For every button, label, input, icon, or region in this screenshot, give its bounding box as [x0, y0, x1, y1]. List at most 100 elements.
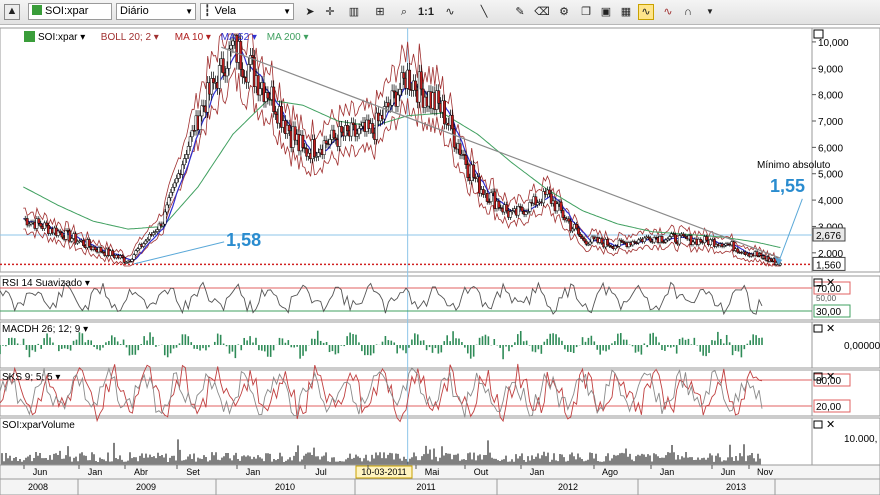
more-dropdown-icon[interactable]: ▼ — [702, 4, 718, 20]
x-month-label: Nov — [757, 467, 774, 477]
indicator-icon[interactable]: ∿ — [442, 4, 458, 20]
candle-body — [287, 124, 291, 132]
candle-body — [316, 152, 320, 157]
candle-body — [258, 88, 262, 96]
grid-icon[interactable]: ⊞ — [372, 4, 388, 20]
candle-body — [390, 90, 394, 106]
candle-body — [217, 65, 221, 89]
candle-body — [561, 210, 565, 218]
sks-panel-label[interactable]: SKS 9; 5; 5 ▾ — [2, 372, 60, 383]
volume-panel-label[interactable]: SOI:xparVolume — [2, 420, 75, 431]
period-dropdown-icon: ▼ — [185, 7, 193, 16]
candle-body — [184, 154, 188, 159]
window-up-icon[interactable]: ▲ — [4, 4, 20, 20]
candle-body — [580, 236, 584, 239]
candle-body — [736, 248, 740, 253]
x-year-label: 2009 — [136, 482, 156, 492]
y-tick-label: 6,000 — [818, 143, 843, 154]
candle-body — [134, 250, 138, 255]
magnet-icon[interactable]: ∩ — [680, 4, 696, 20]
candle-body — [769, 258, 773, 262]
candle-body — [485, 193, 489, 202]
draw-icon[interactable]: ✎ — [512, 4, 528, 20]
candle-body — [167, 197, 171, 206]
x-month-label: Mai — [425, 467, 440, 477]
eraser-icon[interactable]: ⌫ — [534, 4, 550, 20]
candle-body — [39, 222, 43, 227]
candle-body — [332, 129, 336, 139]
legend-item[interactable]: MA 10 ▾ — [175, 32, 211, 43]
template-icon[interactable]: ▣ — [598, 4, 614, 20]
candle-body — [198, 115, 202, 131]
close-panel-icon[interactable]: ✕ — [826, 277, 835, 289]
candle-body — [351, 122, 355, 125]
legend-item[interactable]: SOI:xpar ▾ — [38, 32, 85, 43]
x-year-label: 2012 — [558, 482, 578, 492]
candle-body — [505, 204, 509, 212]
x-year-label: 2011 — [416, 482, 435, 492]
candle-style-icon: ┇ — [204, 5, 211, 17]
cursor-icon[interactable]: ➤ — [302, 4, 318, 20]
candle-body — [142, 243, 146, 247]
layers-icon[interactable]: ❐ — [578, 4, 594, 20]
candle-body — [355, 133, 359, 137]
candle-body — [443, 100, 446, 125]
indicator-list-icon[interactable]: ∿ — [660, 4, 676, 20]
candle-body — [578, 233, 582, 237]
style-dropdown-icon: ▼ — [283, 7, 291, 16]
candle-body — [419, 71, 423, 90]
legend-item[interactable]: MA 200 ▾ — [267, 32, 309, 43]
candle-body — [58, 230, 62, 233]
candle-body — [225, 68, 229, 77]
low-2013-title: Mínimo absoluto — [757, 160, 831, 171]
period-select[interactable]: Diário ▼ — [116, 3, 196, 20]
one-to-one-icon[interactable]: 1:1 — [418, 4, 434, 20]
candle-body — [699, 238, 703, 243]
candle-body — [582, 238, 586, 242]
bollinger-toggle-icon[interactable]: ∿ — [638, 4, 654, 20]
candle-body — [328, 139, 332, 145]
symbol-input[interactable]: SOI:xpar — [28, 3, 112, 20]
bar-chart-icon[interactable]: ▥ — [346, 4, 362, 20]
candle-body — [464, 155, 468, 165]
candle-body — [241, 69, 245, 78]
candle-body — [324, 140, 328, 144]
candle-body — [759, 253, 763, 256]
trendline-icon[interactable]: ╲ — [476, 4, 492, 20]
legend-item[interactable]: MA 52 ▾ — [221, 32, 257, 43]
close-panel-icon[interactable]: ✕ — [826, 371, 835, 383]
macd-panel-label[interactable]: MACDH 26; 12; 9 ▾ — [2, 324, 88, 335]
x-month-label: Ago — [602, 467, 618, 477]
legend-item[interactable]: BOLL 20; 2 ▾ — [101, 32, 159, 43]
chart-area: 10,0009,0008,0007,0006,0005,0004,0003,00… — [0, 27, 880, 495]
candle-body — [408, 69, 412, 90]
candle-body — [250, 55, 254, 58]
candle-body — [600, 238, 604, 244]
rsi-panel-label[interactable]: RSI 14 Suavizado ▾ — [2, 278, 90, 289]
candle-body — [151, 232, 155, 235]
settings-icon[interactable]: ⚙ — [556, 4, 572, 20]
x-month-label: Jun — [721, 467, 736, 477]
candle-body — [357, 128, 361, 135]
candle-body — [520, 206, 524, 212]
close-panel-icon[interactable]: ✕ — [826, 323, 835, 335]
y-tick-label: 5,000 — [818, 170, 843, 181]
candle-body — [266, 92, 270, 99]
toolbar: ▲ SOI:xpar Diário ▼ ┇ Vela ▼ ➤ ✛ ▥ ⊞ ⌕ 1:… — [0, 0, 880, 25]
zoom-icon[interactable]: ⌕ — [396, 4, 412, 20]
volume-level-label: 10.000, — [844, 434, 877, 445]
candle-body — [396, 94, 400, 107]
candle-body — [691, 241, 695, 245]
candle-body — [497, 200, 501, 208]
candle-body — [173, 182, 177, 188]
candle-body — [437, 90, 441, 104]
crosshair-icon[interactable]: ✛ — [322, 4, 338, 20]
x-month-label: Out — [474, 467, 489, 477]
candle-body — [188, 136, 192, 147]
close-panel-icon[interactable]: ✕ — [826, 419, 835, 431]
candle-body — [274, 111, 278, 115]
compare-icon[interactable]: ▦ — [618, 4, 634, 20]
trading-chart-window: ▲ SOI:xpar Diário ▼ ┇ Vela ▼ ➤ ✛ ▥ ⊞ ⌕ 1:… — [0, 0, 880, 495]
chart-style-select[interactable]: ┇ Vela ▼ — [200, 3, 294, 20]
candle-body — [778, 263, 782, 266]
